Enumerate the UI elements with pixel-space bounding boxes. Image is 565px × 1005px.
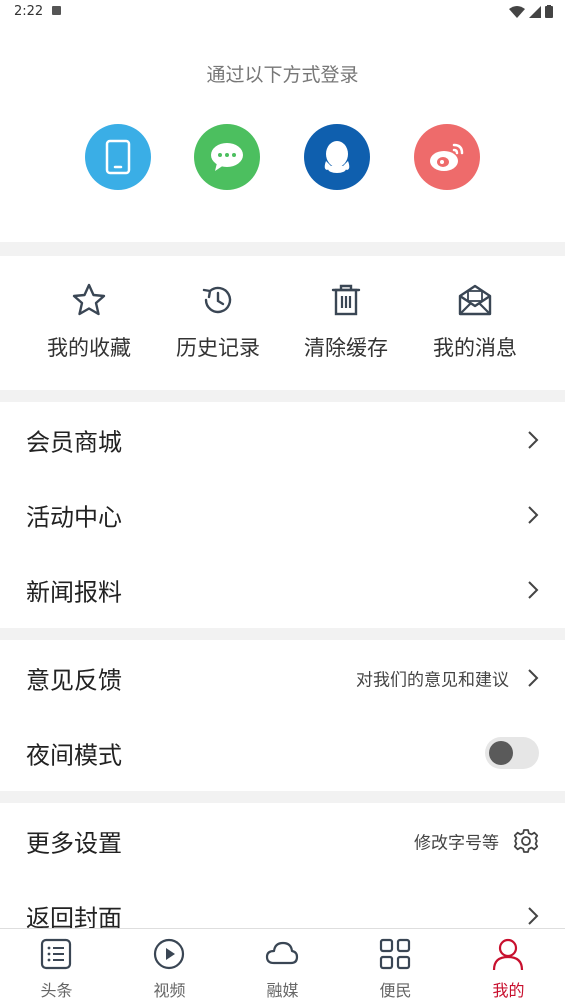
phone-login-button[interactable] (85, 124, 151, 190)
menu-item-night-mode: 夜间模式 (0, 715, 565, 790)
wechat-login-button[interactable] (194, 124, 260, 190)
night-mode-toggle[interactable] (485, 736, 539, 769)
tab-label: 头条 (40, 981, 73, 1000)
wechat-icon (211, 143, 243, 171)
tab-services[interactable]: 便民 (339, 929, 452, 1005)
tab-label: 视频 (153, 981, 186, 1000)
weibo-icon (430, 143, 464, 171)
section-divider (0, 628, 565, 640)
section-divider (0, 791, 565, 803)
star-icon (72, 283, 106, 316)
chevron-right-icon (528, 505, 539, 524)
favorites-label: 我的收藏 (47, 336, 131, 360)
tab-label: 融媒 (266, 981, 299, 1000)
chevron-right-icon (528, 906, 539, 925)
battery-icon (545, 5, 553, 18)
news-list-icon (40, 938, 72, 970)
history-icon (202, 286, 232, 314)
menu-item-feedback[interactable]: 意见反馈 对我们的意见和建议 (0, 640, 565, 715)
notification-icon (52, 6, 61, 15)
status-time: 2:22 (14, 4, 44, 19)
chevron-right-icon (528, 580, 539, 599)
section-divider (0, 390, 565, 402)
menu-item-label: 更多设置 (26, 829, 122, 857)
grid-icon (379, 938, 411, 970)
tab-label: 便民 (379, 981, 412, 1000)
menu-item-label: 会员商城 (26, 428, 122, 456)
user-icon (492, 938, 524, 971)
section-divider (0, 242, 565, 256)
toggle-knob (489, 740, 513, 765)
tab-headlines[interactable]: 头条 (0, 929, 113, 1005)
menu-item-more-settings[interactable]: 更多设置 修改字号等 (0, 803, 565, 878)
tab-media[interactable]: 融媒 (226, 929, 339, 1005)
qq-icon (324, 141, 350, 173)
menu-item-label: 活动中心 (26, 503, 122, 531)
weibo-login-button[interactable] (414, 124, 480, 190)
messages-label: 我的消息 (433, 336, 517, 360)
feedback-hint: 对我们的意见和建议 (356, 670, 509, 690)
history-label: 历史记录 (176, 336, 260, 360)
qq-login-button[interactable] (304, 124, 370, 190)
tab-label: 我的 (492, 981, 525, 1000)
play-icon (153, 938, 185, 970)
bottom-tab-bar: 头条 视频 融媒 便民 我的 (0, 928, 565, 1005)
messages-button[interactable]: 我的消息 (411, 256, 539, 390)
login-title: 通过以下方式登录 (206, 64, 359, 86)
gear-icon (513, 828, 539, 853)
clear-cache-button[interactable]: 清除缓存 (282, 256, 410, 390)
history-button[interactable]: 历史记录 (154, 256, 282, 390)
status-bar: 2:22 (0, 0, 565, 24)
trash-icon (331, 284, 361, 316)
menu-item-news-tip[interactable]: 新闻报料 (0, 552, 565, 627)
more-settings-hint: 修改字号等 (414, 833, 499, 853)
wifi-icon (509, 5, 525, 18)
favorites-button[interactable]: 我的收藏 (25, 256, 153, 390)
clear-cache-label: 清除缓存 (304, 336, 388, 360)
chevron-right-icon (528, 668, 539, 687)
menu-item-activity-center[interactable]: 活动中心 (0, 477, 565, 552)
menu-item-label: 新闻报料 (26, 578, 122, 606)
status-icons (509, 5, 553, 18)
mail-icon (458, 284, 492, 316)
chevron-right-icon (528, 430, 539, 449)
login-options (0, 124, 565, 192)
tab-mine[interactable]: 我的 (452, 929, 565, 1005)
quick-actions: 我的收藏 历史记录 清除缓存 我的消息 (0, 256, 565, 390)
tab-video[interactable]: 视频 (113, 929, 226, 1005)
menu-item-label: 意见反馈 (26, 666, 122, 694)
menu-item-label: 夜间模式 (26, 741, 122, 769)
signal-icon (529, 5, 541, 18)
cloud-icon (265, 941, 299, 965)
menu-item-member-mall[interactable]: 会员商城 (0, 402, 565, 477)
phone-icon (105, 139, 131, 175)
